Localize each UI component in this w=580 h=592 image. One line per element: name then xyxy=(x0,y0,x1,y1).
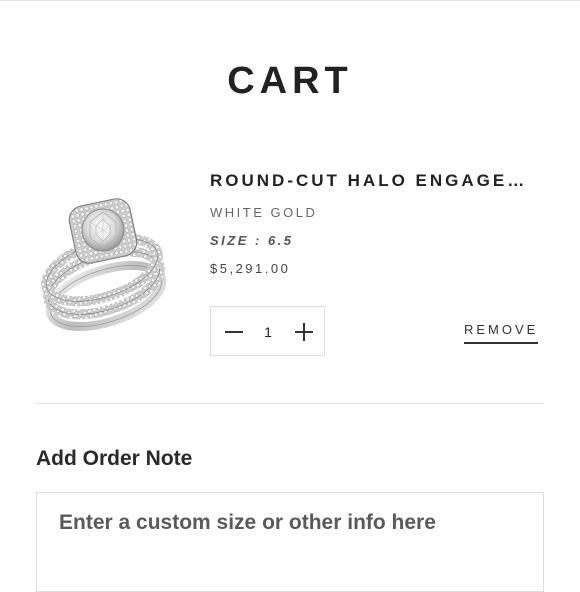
order-note-heading: Add Order Note xyxy=(36,447,193,470)
product-variant: WHITE GOLD xyxy=(210,205,318,220)
remove-button[interactable]: REMOVE xyxy=(464,322,539,344)
order-note-input[interactable] xyxy=(36,492,544,592)
header-divider xyxy=(0,0,580,1)
minus-icon[interactable] xyxy=(223,321,245,343)
diamond-ring-image xyxy=(41,198,167,332)
product-size: SIZE : 6.5 xyxy=(210,233,294,248)
product-title[interactable]: ROUND-CUT HALO ENGAGE… xyxy=(210,170,550,192)
product-image[interactable] xyxy=(34,188,174,338)
quantity-stepper: 1 xyxy=(210,306,325,356)
page-title: CART xyxy=(227,60,353,102)
product-price: $5,291.00 xyxy=(210,261,291,276)
section-divider xyxy=(36,403,544,404)
quantity-value[interactable]: 1 xyxy=(255,321,281,343)
plus-icon[interactable] xyxy=(293,321,315,343)
